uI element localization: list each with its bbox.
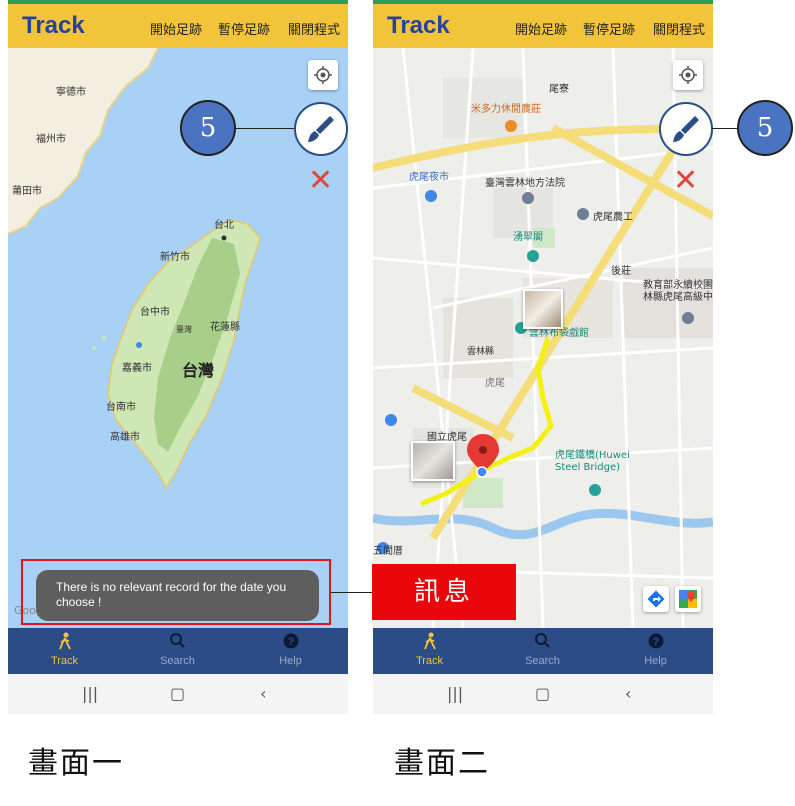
crosshair-icon [314,66,332,84]
label-chiayi: 嘉義市 [122,363,152,374]
walk-icon [59,632,71,650]
nav-track-label: Track [415,655,444,667]
search-icon [170,633,185,648]
label-taiwan: 台灣 [182,361,215,380]
message-connector-line [331,592,372,593]
menu-pause-track[interactable]: 暫停足跡 [218,19,270,38]
nav-track-label: Track [50,655,79,667]
bottom-nav: Track Search ? Help [8,628,348,674]
menu-start-track[interactable]: 開始足跡 [150,19,202,38]
svg-text:?: ? [288,636,295,648]
my-location-button[interactable] [673,60,703,90]
draw-button[interactable] [659,102,713,156]
label-yongcuige: 湧翠閣 [513,232,543,243]
clear-icon[interactable]: ✕ [673,166,698,196]
menu-start-track[interactable]: 開始足跡 [515,19,567,38]
callout-connector-line [712,128,738,129]
label-weiliao: 尾寮 [549,84,569,95]
recent-apps-icon[interactable]: ||| [447,684,463,703]
label-taipei: 台北 [214,220,234,231]
label-huwei: 虎尾 [485,378,505,389]
message-annotation-label: 訊息 [372,564,516,620]
label-ningde: 寧德市 [56,87,86,98]
toast-highlight-frame [21,559,331,625]
crosshair-icon [679,66,697,84]
brush-icon [308,116,334,142]
my-location-button[interactable] [308,60,338,90]
system-nav-bar: ||| ▢ ‹ [373,674,713,714]
back-icon[interactable]: ‹ [260,684,266,703]
draw-button[interactable] [294,102,348,156]
search-icon [535,633,550,648]
label-fuzhou: 福州市 [36,134,66,145]
label-school: 教育部永續校園 林縣虎尾高級中 [643,280,713,303]
photo-thumbnail[interactable] [411,441,455,481]
label-yunlin: 雲林縣 [467,347,495,357]
map-view[interactable]: 寧德市 福州市 莆田市 台北 新竹市 台中市 臺灣 花蓮縣 嘉義市 台灣 台南市… [8,48,348,628]
nav-help[interactable]: ? Help [234,628,347,674]
clear-icon[interactable]: ✕ [308,166,333,196]
help-icon: ? [648,633,664,649]
home-icon[interactable]: ▢ [170,684,185,703]
help-icon: ? [283,633,299,649]
label-night-market: 虎尾夜市 [409,172,449,183]
callout-connector-line [236,128,294,129]
callout-number-badge: 5 [180,100,236,156]
open-google-maps-button[interactable] [675,586,701,612]
app-bar: Track 開始足跡 暫停足跡 關閉程式 [373,4,713,48]
label-tainan: 台南市 [106,402,136,413]
nav-help-label: Help [644,655,667,667]
label-court: 臺灣雲林地方法院 [485,178,565,189]
menu-close-app[interactable]: 關閉程式 [653,19,705,38]
label-bridge: 虎尾鐵橋(Huwei Steel Bridge) [555,450,630,473]
walk-icon [424,632,436,650]
recent-apps-icon[interactable]: ||| [82,684,98,703]
label-farm: 虎尾農工 [593,212,633,223]
label-houzhuang: 後莊 [611,266,631,277]
directions-button[interactable] [643,586,669,612]
back-icon[interactable]: ‹ [625,684,631,703]
label-hsinchu: 新竹市 [160,252,190,263]
app-bar: Track 開始足跡 暫停足跡 關閉程式 [8,4,348,48]
google-maps-icon [679,590,697,608]
app-title: Track [22,12,85,39]
menu-pause-track[interactable]: 暫停足跡 [583,19,635,38]
nav-search-label: Search [160,655,195,667]
system-nav-bar: ||| ▢ ‹ [8,674,348,714]
label-taichung: 台中市 [140,307,170,318]
label-hualien: 花蓮縣 [210,322,240,333]
nav-help-label: Help [279,655,302,667]
caption-screen-2: 畫面二 [394,746,490,781]
directions-icon [647,590,665,608]
callout-number-badge: 5 [737,100,793,156]
photo-thumbnail[interactable] [523,289,563,329]
label-kaohsiung: 高雄市 [110,432,140,443]
nav-search[interactable]: Search [486,628,599,674]
label-putian: 莆田市 [12,186,42,197]
label-wujianlu: 五間厝 [373,546,403,557]
svg-text:?: ? [653,636,660,648]
nav-search[interactable]: Search [121,628,234,674]
home-icon[interactable]: ▢ [535,684,550,703]
nav-search-label: Search [525,655,560,667]
bottom-nav: Track Search ? Help [373,628,713,674]
nav-track[interactable]: Track [8,628,121,674]
menu-close-app[interactable]: 關閉程式 [288,19,340,38]
label-taiwan-small: 臺灣 [176,325,192,334]
label-restaurant: 米多力休閒農莊 [471,104,541,115]
nav-track[interactable]: Track [373,628,486,674]
map-view[interactable]: 尾寮 米多力休閒農莊 虎尾夜市 臺灣雲林地方法院 虎尾農工 湧翠閣 後莊 教育部… [373,48,713,628]
brush-icon [673,116,699,142]
caption-screen-1: 畫面一 [28,746,124,781]
nav-help[interactable]: ? Help [599,628,712,674]
app-title: Track [387,12,450,39]
